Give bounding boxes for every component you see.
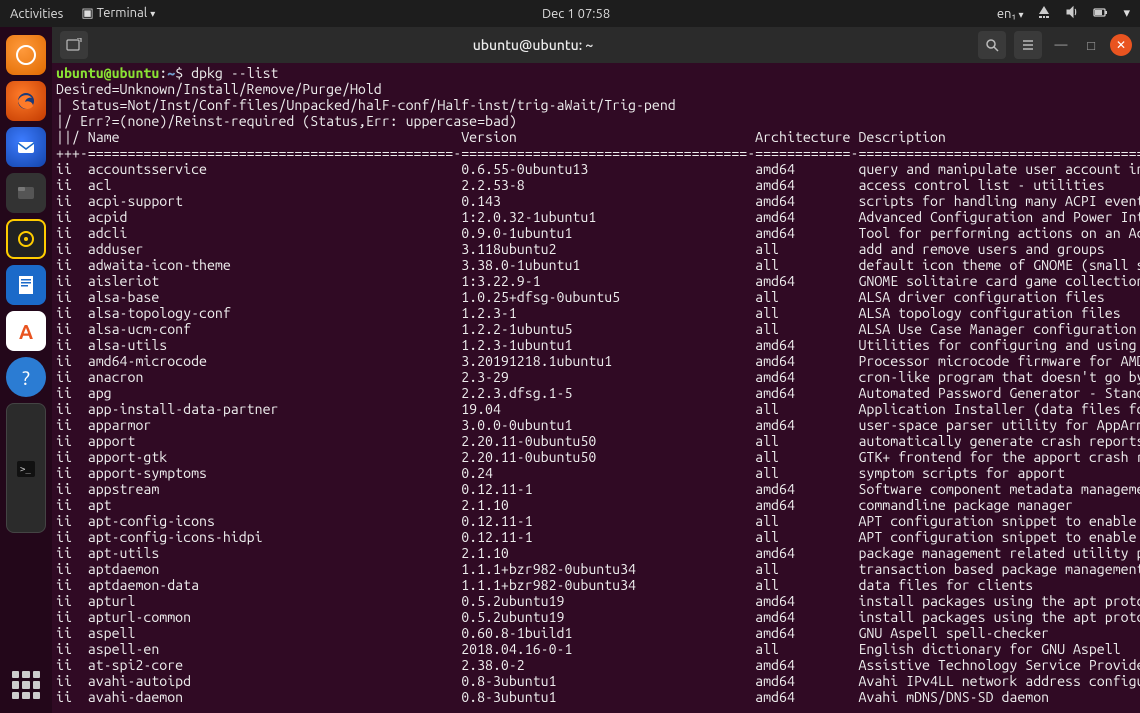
dock-amazon[interactable] [6,35,46,75]
hamburger-menu[interactable] [1014,31,1042,59]
dock-software[interactable]: A [6,311,46,351]
dock-thunderbird[interactable] [6,127,46,167]
svg-text:>_: >_ [20,465,31,475]
dock-help[interactable]: ? [6,357,46,397]
battery-icon[interactable] [1093,5,1109,22]
window-title: ubuntu@ubuntu: ~ [96,37,970,53]
dock-files[interactable] [6,173,46,213]
minimize-button[interactable]: — [1050,34,1072,56]
activities-button[interactable]: Activities [10,7,63,21]
dock-rhythmbox[interactable] [6,219,46,259]
chevron-down-icon[interactable]: ▾ [1123,6,1130,21]
volume-icon[interactable] [1065,5,1079,22]
dock-writer[interactable] [6,265,46,305]
app-menu[interactable]: ▣ Terminal [81,6,155,21]
dock-terminal[interactable]: >_ [6,403,46,533]
terminal-icon: ▣ [81,6,96,20]
terminal-window: ubuntu@ubuntu: ~ — □ ✕ ubuntu@ubuntu:~$ … [52,27,1140,713]
clock[interactable]: Dec 1 07:58 [155,7,997,21]
dock: A ? >_ [0,27,52,713]
gnome-topbar: Activities ▣ Terminal Dec 1 07:58 en₁ ▾ [0,0,1140,27]
show-applications[interactable] [12,671,40,699]
network-icon[interactable] [1037,5,1051,22]
terminal-output[interactable]: ubuntu@ubuntu:~$ dpkg --list Desired=Unk… [52,63,1140,713]
search-button[interactable] [978,31,1006,59]
close-button[interactable]: ✕ [1110,34,1132,56]
dock-firefox[interactable] [6,81,46,121]
maximize-button[interactable]: □ [1080,34,1102,56]
new-tab-button[interactable] [60,31,88,59]
titlebar: ubuntu@ubuntu: ~ — □ ✕ [52,27,1140,63]
input-source[interactable]: en₁ [997,7,1024,21]
